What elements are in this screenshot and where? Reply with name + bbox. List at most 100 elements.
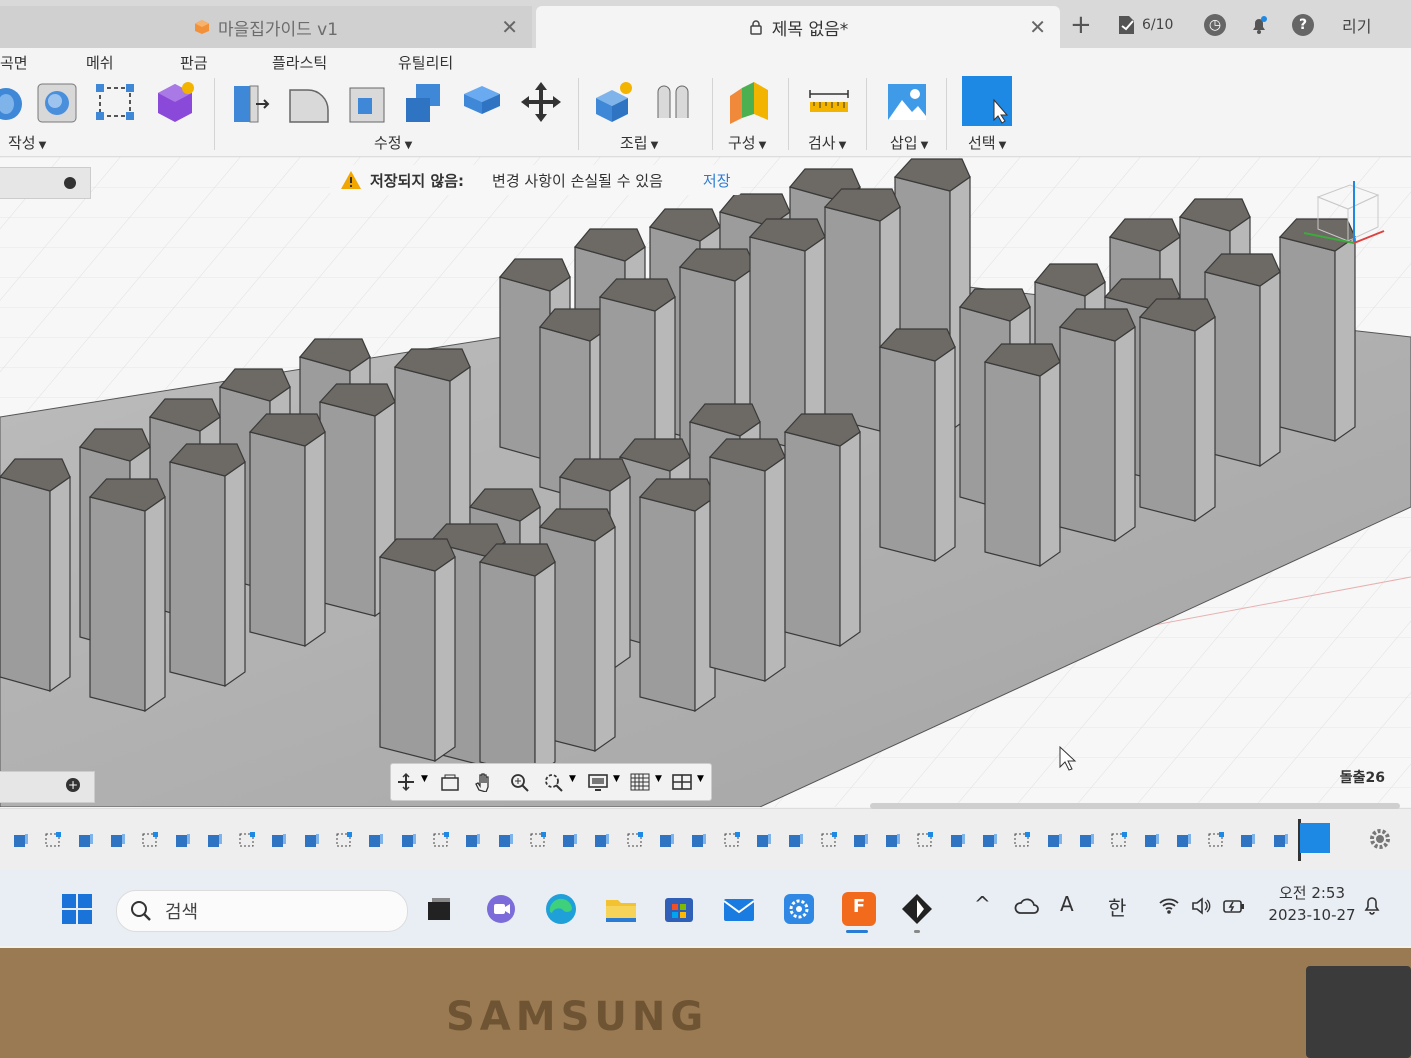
- dropdown-caret-icon[interactable]: ▼: [655, 774, 662, 784]
- comments-panel-toggle[interactable]: +: [0, 771, 95, 803]
- dropdown-caret-icon[interactable]: ▼: [421, 774, 428, 784]
- microsoft-store-icon[interactable]: [662, 892, 696, 926]
- timeline-extrude-icon[interactable]: [593, 831, 611, 849]
- timeline-sketch-icon[interactable]: [626, 831, 644, 849]
- menu-tab-sheet-metal[interactable]: 판금: [180, 52, 208, 73]
- timeline-extrude-icon[interactable]: [981, 831, 999, 849]
- create-group-label[interactable]: 작성 ▼: [8, 132, 46, 153]
- menu-tab-utilities[interactable]: 유틸리티: [398, 52, 453, 73]
- windows-start-icon[interactable]: [60, 892, 94, 926]
- history-button[interactable]: ◷: [1204, 6, 1226, 44]
- timeline-sketch-icon[interactable]: [1110, 831, 1128, 849]
- timeline-extrude-icon[interactable]: [1175, 831, 1193, 849]
- design-app-icon[interactable]: [900, 892, 934, 926]
- timeline-extrude-icon[interactable]: [206, 831, 224, 849]
- timeline-sketch-icon[interactable]: [820, 831, 838, 849]
- onedrive-cloud-icon[interactable]: [1014, 896, 1040, 916]
- timeline-current-feature[interactable]: [1300, 823, 1330, 853]
- model-scene[interactable]: [0, 157, 1411, 807]
- timeline-extrude-icon[interactable]: [949, 831, 967, 849]
- timeline-extrude-icon[interactable]: [270, 831, 288, 849]
- timeline-extrude-icon[interactable]: [109, 831, 127, 849]
- form-icon[interactable]: [154, 80, 196, 124]
- dropdown-caret-icon[interactable]: ▼: [569, 774, 576, 784]
- ime-mode-han[interactable]: 한: [1108, 892, 1126, 921]
- select-tool-button[interactable]: [962, 76, 1012, 126]
- timeline-sketch-icon[interactable]: [141, 831, 159, 849]
- timeline-extrude-icon[interactable]: [690, 831, 708, 849]
- settings-gear-icon[interactable]: [782, 892, 816, 926]
- insert-image-icon[interactable]: [886, 80, 928, 124]
- revolve-icon[interactable]: [0, 80, 32, 124]
- show-hidden-icons-chevron-icon[interactable]: ^: [974, 892, 991, 916]
- fusion-360-app-icon[interactable]: F: [842, 892, 876, 926]
- timeline-sketch-icon[interactable]: [1013, 831, 1031, 849]
- timeline-extrude-icon[interactable]: [12, 831, 30, 849]
- timeline-extrude-icon[interactable]: [464, 831, 482, 849]
- task-view-icon[interactable]: [422, 892, 456, 926]
- taskbar-search-box[interactable]: 검색: [116, 890, 408, 932]
- timeline-extrude-icon[interactable]: [1239, 831, 1257, 849]
- save-link[interactable]: 저장: [703, 170, 731, 191]
- offset-face-icon[interactable]: [460, 80, 502, 124]
- timeline-extrude-icon[interactable]: [77, 831, 95, 849]
- inspect-group-label[interactable]: 검사 ▼: [808, 132, 846, 153]
- timeline-extrude-icon[interactable]: [303, 831, 321, 849]
- construct-group-label[interactable]: 구성 ▼: [728, 132, 766, 153]
- speaker-volume-icon[interactable]: [1190, 896, 1212, 916]
- timeline-sketch-icon[interactable]: [238, 831, 256, 849]
- account-button[interactable]: 리기: [1342, 6, 1371, 44]
- canvas-viewport[interactable]: 저장되지 않음: 변경 사항이 손실될 수 있음 저장 + ▼ ▼ ▼ ▼ ▼ …: [0, 157, 1411, 807]
- teams-chat-icon[interactable]: [484, 892, 518, 926]
- edge-browser-icon[interactable]: [544, 892, 578, 926]
- sketch-rectangle-icon[interactable]: [94, 80, 136, 124]
- timeline-sketch-icon[interactable]: [432, 831, 450, 849]
- browser-panel-toggle[interactable]: [0, 167, 91, 199]
- help-button[interactable]: ?: [1292, 6, 1314, 44]
- close-icon[interactable]: ✕: [1029, 15, 1046, 39]
- orbit-icon[interactable]: [395, 772, 417, 792]
- timeline-extrude-icon[interactable]: [367, 831, 385, 849]
- offset-plane-icon[interactable]: [728, 80, 770, 124]
- timeline-extrude-icon[interactable]: [561, 831, 579, 849]
- timeline-sketch-icon[interactable]: [916, 831, 934, 849]
- timeline-extrude-icon[interactable]: [1143, 831, 1161, 849]
- mail-icon[interactable]: [722, 892, 756, 926]
- viewports-icon[interactable]: [671, 772, 693, 792]
- timeline-extrude-icon[interactable]: [400, 831, 418, 849]
- new-component-icon[interactable]: [592, 80, 634, 124]
- system-clock[interactable]: 오전 2:53 2023-10-27: [1262, 882, 1362, 926]
- timeline-settings-gear-icon[interactable]: [1368, 827, 1392, 851]
- timeline-extrude-icon[interactable]: [884, 831, 902, 849]
- insert-group-label[interactable]: 삽입 ▼: [890, 132, 928, 153]
- fit-icon[interactable]: [543, 772, 565, 792]
- hole-icon[interactable]: [36, 80, 78, 124]
- close-icon[interactable]: ✕: [501, 15, 518, 39]
- new-tab-button[interactable]: +: [1070, 6, 1092, 44]
- press-pull-icon[interactable]: [230, 80, 272, 124]
- menu-tab-plastic[interactable]: 플라스틱: [272, 52, 327, 73]
- timeline-extrude-icon[interactable]: [174, 831, 192, 849]
- timeline-sketch-icon[interactable]: [723, 831, 741, 849]
- fillet-icon[interactable]: [288, 80, 330, 124]
- battery-charging-icon[interactable]: [1222, 896, 1246, 916]
- notification-bell-icon[interactable]: [1362, 894, 1382, 916]
- dropdown-caret-icon[interactable]: ▼: [613, 774, 620, 784]
- timeline-extrude-icon[interactable]: [755, 831, 773, 849]
- grid-settings-icon[interactable]: [629, 772, 651, 792]
- menu-tab-mesh[interactable]: 메쉬: [86, 52, 114, 73]
- timeline-sketch-icon[interactable]: [335, 831, 353, 849]
- tab-document-untitled[interactable]: 제목 없음* ✕: [536, 6, 1060, 48]
- pan-hand-icon[interactable]: [473, 772, 495, 792]
- ime-mode-a[interactable]: A: [1060, 892, 1074, 916]
- select-group-label[interactable]: 선택 ▼: [968, 132, 1006, 153]
- zoom-icon[interactable]: [509, 772, 531, 792]
- file-explorer-icon[interactable]: [604, 892, 638, 926]
- timeline-sketch-icon[interactable]: [529, 831, 547, 849]
- modify-group-label[interactable]: 수정 ▼: [374, 132, 412, 153]
- timeline-extrude-icon[interactable]: [787, 831, 805, 849]
- shell-icon[interactable]: [346, 80, 388, 124]
- timeline-extrude-icon[interactable]: [1272, 831, 1290, 849]
- timeline-sketch-icon[interactable]: [44, 831, 62, 849]
- timeline-extrude-icon[interactable]: [1078, 831, 1096, 849]
